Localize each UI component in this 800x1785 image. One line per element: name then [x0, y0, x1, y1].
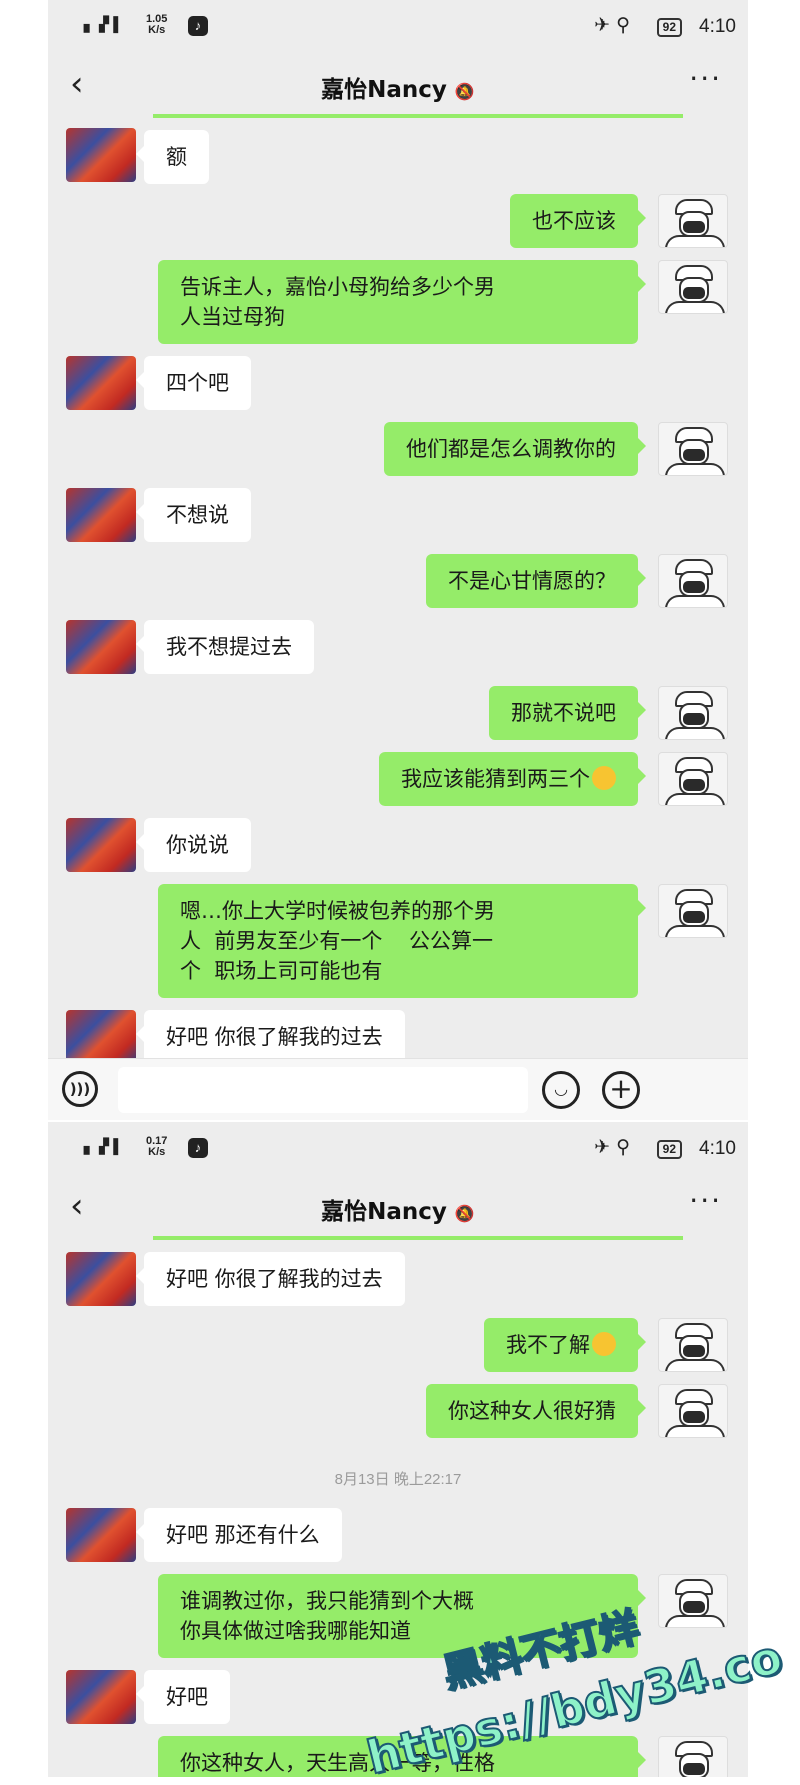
user-avatar[interactable] [658, 1318, 728, 1372]
status-time: 4:10 [699, 16, 736, 37]
chat-title: 嘉怡Nancy 🔕 [321, 77, 475, 103]
incoming-bubble[interactable]: 四个吧 [136, 356, 251, 410]
incoming-bubble[interactable]: 好吧 你很了解我的过去 [136, 1252, 405, 1306]
incoming-bubble[interactable]: 好吧 那还有什么 [136, 1508, 342, 1562]
previous-bubble-edge [153, 1236, 683, 1240]
net-speed: 0.17 K/s [146, 1135, 168, 1158]
user-avatar[interactable] [658, 686, 728, 740]
outgoing-bubble[interactable]: 不是心甘情愿的？ [426, 554, 646, 608]
mute-icon: 🔕 [454, 1204, 475, 1223]
incoming-bubble[interactable]: 好吧 你很了解我的过去 [136, 1010, 405, 1064]
chat-header: ‹ 嘉怡Nancy 🔕 ··· [48, 1174, 748, 1240]
user-avatar[interactable] [658, 422, 728, 476]
outgoing-bubble[interactable]: 嗯…你上大学时候被包养的那个男 人 前男友至少有一个 公公算一 个 职场上司可能… [158, 884, 646, 998]
mute-icon: 🔕 [454, 82, 475, 101]
more-icon[interactable]: ··· [689, 1184, 722, 1217]
contact-avatar[interactable] [66, 1508, 136, 1562]
status-bar: ▖▗▘▌ 0.17 K/s ♪ ✈⚲ 92 4:10 [48, 1122, 748, 1174]
tiktok-icon: ♪ [188, 16, 208, 36]
outgoing-bubble[interactable]: 告诉主人，嘉怡小母狗给多少个男 人当过母狗 [158, 260, 646, 344]
status-icons: ✈⚲ [594, 1137, 636, 1158]
user-avatar[interactable] [658, 194, 728, 248]
incoming-bubble[interactable]: 不想说 [136, 488, 251, 542]
user-avatar[interactable] [658, 1736, 728, 1777]
contact-avatar[interactable] [66, 1010, 136, 1064]
user-avatar[interactable] [658, 1574, 728, 1628]
thinking-emoji-icon [592, 1332, 616, 1356]
outgoing-bubble[interactable]: 你这种女人很好猜 [426, 1384, 646, 1438]
plus-icon[interactable]: + [602, 1071, 640, 1109]
contact-avatar[interactable] [66, 128, 136, 182]
contact-avatar[interactable] [66, 1252, 136, 1306]
emoji-icon[interactable]: ◡ [542, 1071, 580, 1109]
outgoing-bubble[interactable]: 我不了解 [484, 1318, 646, 1372]
outgoing-bubble[interactable]: 也不应该 [510, 194, 646, 248]
user-avatar[interactable] [658, 752, 728, 806]
contact-avatar[interactable] [66, 620, 136, 674]
timestamp: 8月13日 晚上22:17 [334, 1471, 462, 1488]
incoming-bubble[interactable]: 额 [136, 130, 209, 184]
incoming-bubble[interactable]: 好吧 [136, 1670, 230, 1724]
battery-indicator: 92 [656, 18, 682, 37]
user-avatar[interactable] [658, 260, 728, 314]
signal-icon: ▖▗▘▌ [84, 1138, 123, 1154]
outgoing-bubble[interactable]: 我应该能猜到两三个 [379, 752, 646, 806]
chat-screen-1: ▖▗▘▌ 1.05 K/s ♪ ✈⚲ 92 4:10 ‹ 嘉怡Nancy 🔕 ···… [48, 0, 748, 1120]
status-time: 4:10 [699, 1138, 736, 1159]
input-bar: ))) ◡ + [48, 1058, 748, 1120]
chat-header: ‹ 嘉怡Nancy 🔕 ··· [48, 52, 748, 118]
contact-avatar[interactable] [66, 488, 136, 542]
more-icon[interactable]: ··· [689, 62, 722, 95]
status-icons: ✈⚲ [594, 15, 636, 36]
thinking-emoji-icon [592, 766, 616, 790]
status-bar: ▖▗▘▌ 1.05 K/s ♪ ✈⚲ 92 4:10 [48, 0, 748, 52]
outgoing-bubble[interactable]: 他们都是怎么调教你的 [384, 422, 646, 476]
net-speed: 1.05 K/s [146, 13, 168, 36]
tiktok-icon: ♪ [188, 1138, 208, 1158]
chat-title: 嘉怡Nancy 🔕 [321, 1199, 475, 1225]
incoming-bubble[interactable]: 我不想提过去 [136, 620, 314, 674]
previous-bubble-edge [153, 114, 683, 118]
message-input[interactable] [118, 1067, 528, 1113]
contact-avatar[interactable] [66, 818, 136, 872]
contact-avatar[interactable] [66, 356, 136, 410]
contact-avatar[interactable] [66, 1670, 136, 1724]
user-avatar[interactable] [658, 554, 728, 608]
battery-indicator: 92 [656, 1140, 682, 1159]
incoming-bubble[interactable]: 你说说 [136, 818, 251, 872]
user-avatar[interactable] [658, 884, 728, 938]
outgoing-bubble[interactable]: 那就不说吧 [489, 686, 646, 740]
signal-icon: ▖▗▘▌ [84, 16, 123, 32]
voice-icon[interactable]: ))) [62, 1071, 98, 1107]
user-avatar[interactable] [658, 1384, 728, 1438]
